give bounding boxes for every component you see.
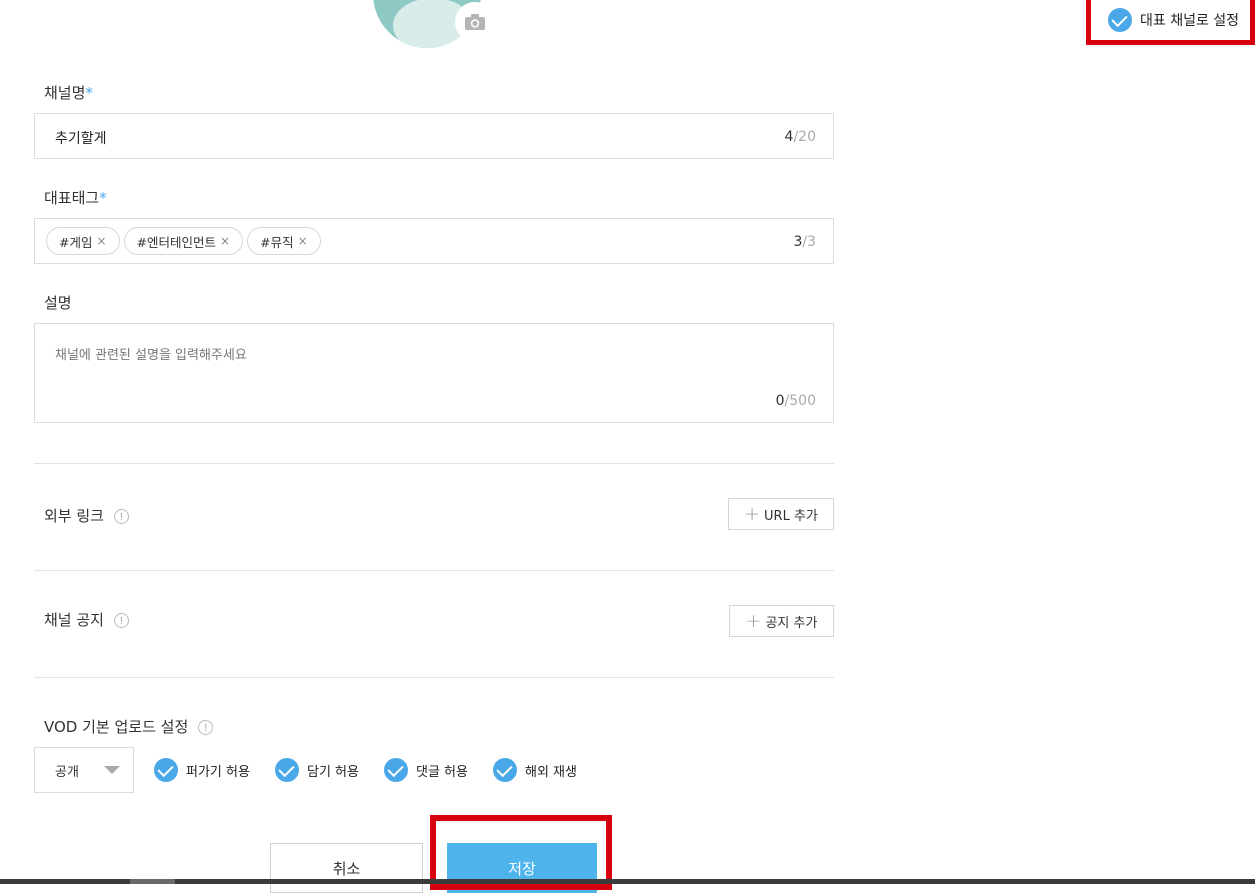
add-notice-button[interactable]: + 공지 추가	[729, 605, 834, 637]
section-divider	[34, 570, 834, 571]
required-mark: *	[99, 189, 107, 207]
remove-tag-icon[interactable]: ×	[298, 234, 308, 248]
description-label: 설명	[44, 294, 72, 312]
tag-chip: #뮤직 ×	[247, 227, 321, 255]
horizontal-scrollbar[interactable]	[0, 879, 1255, 884]
option-save-checkbox[interactable]: 담기 허용	[275, 758, 359, 782]
add-url-button[interactable]: + URL 추가	[728, 498, 834, 530]
option-comment-checkbox[interactable]: 댓글 허용	[384, 758, 468, 782]
rep-channel-label: 대표 채널로 설정	[1140, 13, 1240, 29]
cancel-button[interactable]: 취소	[270, 843, 423, 893]
channel-name-label: 채널명*	[44, 84, 93, 102]
required-mark: *	[85, 84, 93, 102]
info-icon[interactable]: !	[198, 720, 214, 735]
add-url-label: URL 추가	[764, 508, 818, 524]
notice-label: 채널 공지!	[44, 609, 129, 630]
add-notice-label: 공지 추가	[765, 615, 818, 631]
option-embed-checkbox[interactable]: 퍼가기 허용	[154, 758, 250, 782]
plus-icon: +	[745, 609, 762, 632]
visibility-value: 공개	[55, 764, 79, 780]
camera-icon	[465, 14, 485, 30]
remove-tag-icon[interactable]: ×	[220, 234, 230, 248]
rep-channel-checkbox[interactable]: 대표 채널로 설정	[1108, 8, 1239, 32]
tags-label: 대표태그*	[44, 189, 107, 207]
plus-icon: +	[744, 502, 761, 525]
scrollbar-thumb[interactable]	[130, 879, 175, 884]
change-avatar-button[interactable]	[455, 2, 493, 42]
tags-field[interactable]: #게임 × #엔터테인먼트 × #뮤직 × 3/3	[34, 218, 834, 264]
check-icon	[154, 758, 178, 782]
tag-list: #게임 × #엔터테인먼트 × #뮤직 ×	[46, 227, 325, 255]
check-icon	[384, 758, 408, 782]
section-divider	[34, 677, 834, 678]
tags-counter: 3/3	[793, 234, 816, 250]
tag-chip: #게임 ×	[46, 227, 120, 255]
external-link-label: 외부 링크!	[44, 505, 129, 526]
description-placeholder: 채널에 관련된 설명을 입력해주세요	[55, 348, 247, 363]
channel-avatar-area	[373, 0, 493, 48]
check-icon	[275, 758, 299, 782]
info-icon[interactable]: !	[113, 509, 129, 524]
channel-name-field[interactable]: 추기할게 4/20	[34, 113, 834, 159]
description-field[interactable]: 채널에 관련된 설명을 입력해주세요 0/500	[34, 323, 834, 423]
visibility-select[interactable]: 공개	[34, 747, 134, 793]
chevron-down-icon	[104, 766, 120, 774]
option-overseas-checkbox[interactable]: 해외 재생	[493, 758, 577, 782]
tag-chip: #엔터테인먼트 ×	[123, 227, 244, 255]
check-icon	[1108, 8, 1132, 32]
vod-settings-label: VOD 기본 업로드 설정!	[44, 716, 214, 737]
description-counter: 0/500	[775, 393, 816, 409]
remove-tag-icon[interactable]: ×	[96, 234, 106, 248]
info-icon[interactable]: !	[113, 613, 129, 628]
channel-name-value: 추기할게	[55, 131, 107, 147]
channel-name-counter: 4/20	[784, 129, 816, 145]
check-icon	[493, 758, 517, 782]
section-divider	[34, 463, 834, 464]
